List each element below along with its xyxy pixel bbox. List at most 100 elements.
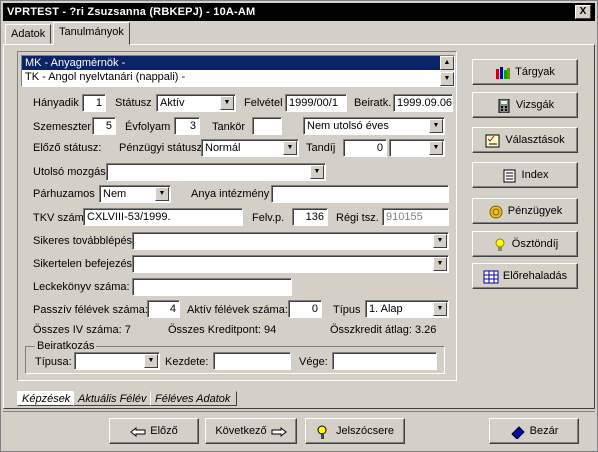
chevron-down-icon[interactable]: ▼ <box>310 165 324 179</box>
chevron-down-icon[interactable]: ▼ <box>220 96 234 110</box>
leckekonyv-field[interactable] <box>132 278 292 296</box>
book-icon <box>502 168 518 183</box>
utolso-mozgas-label: Utolsó mozgás <box>33 166 106 178</box>
statusz-label: Státusz <box>115 97 152 109</box>
sikertelen-combo[interactable]: ▼ <box>132 255 449 273</box>
beiratk-field[interactable]: 1999.09.06 <box>393 94 453 112</box>
tab-adatok[interactable]: Adatok <box>5 24 52 44</box>
tab-tanulmanyok[interactable]: Tanulmányok <box>53 22 130 45</box>
chevron-down-icon[interactable]: ▼ <box>144 354 158 368</box>
targyak-button[interactable]: Tárgyak <box>472 59 578 85</box>
statusz-combo[interactable]: Aktív ▼ <box>156 94 236 112</box>
scroll-up-icon[interactable]: ▲ <box>440 56 454 70</box>
beiratkozas-label: Beiratkozás <box>35 339 97 353</box>
kezdete-label: Kezdete: <box>165 356 209 368</box>
penzugyi-statusz-combo[interactable]: Normál ▼ <box>201 139 299 157</box>
tandij-label: Tandíj <box>306 142 336 154</box>
parhuzamos-label: Párhuzamos <box>33 188 95 200</box>
penzugyi-statusz-label: Pénzügyi státusz <box>119 142 203 154</box>
books-icon <box>495 65 511 80</box>
chevron-down-icon[interactable]: ▼ <box>433 234 447 248</box>
chevron-down-icon[interactable]: ▼ <box>433 302 447 316</box>
tankor-field[interactable] <box>252 117 282 135</box>
osszes-kredit-text: Összes Kreditpont: 94 <box>168 324 277 336</box>
utolso-mozgas-combo[interactable]: ▼ <box>106 163 326 181</box>
calculator-icon <box>496 98 512 114</box>
parhuzamos-combo[interactable]: Nem ▼ <box>99 185 171 203</box>
hanyadik-field[interactable]: 1 <box>82 94 106 112</box>
window-title: VPRTEST - ?ri Zsuzsanna (RBKEPJ) - 10A-A… <box>3 3 595 21</box>
bezar-button[interactable]: Bezár <box>489 418 579 444</box>
kepzes-listbox[interactable]: MK - Anyagmérnök - TK - Angol nyelvtanár… <box>21 55 455 87</box>
tipusa-label: Típusa: <box>35 356 72 368</box>
felvetel-field[interactable]: 1999/00/1 <box>285 94 347 112</box>
listbox-scrollbar[interactable]: ▲ ▼ <box>440 56 454 86</box>
elorehaladas-button[interactable]: Előrehaladás <box>472 263 578 289</box>
divider <box>3 411 595 412</box>
valasztasok-button[interactable]: Választások <box>472 127 578 153</box>
elozo-statusz-label: Előző státusz: <box>33 142 102 154</box>
tipus-combo[interactable]: 1. Alap ▼ <box>365 300 449 318</box>
aktiv-label: Aktív félévek száma: <box>187 304 288 316</box>
chevron-down-icon[interactable]: ▼ <box>155 187 169 201</box>
tandij-combo[interactable]: ▼ <box>389 139 445 157</box>
close-button[interactable]: X <box>575 5 591 19</box>
tkv-szam-label: TKV szám <box>33 212 84 224</box>
chevron-down-icon[interactable]: ▼ <box>433 257 447 271</box>
osszkredit-atlag-text: Összkredit átlag: 3.26 <box>330 324 437 336</box>
chevron-down-icon[interactable]: ▼ <box>429 141 443 155</box>
list-item[interactable]: TK - Angol nyelvtanári (nappali) - <box>22 70 454 84</box>
key-icon <box>316 424 332 440</box>
checklist-icon <box>485 133 501 148</box>
chevron-down-icon[interactable]: ▼ <box>429 119 443 133</box>
tankor-label: Tankör <box>212 121 246 133</box>
aktiv-field[interactable]: 0 <box>288 300 322 318</box>
szemeszter-field[interactable]: 5 <box>92 117 116 135</box>
passziv-label: Passzív félévek száma: <box>33 304 148 316</box>
anya-intezmeny-label: Anya intézmény <box>191 188 270 200</box>
felv-p-field[interactable]: 136 <box>292 208 328 226</box>
close-book-icon <box>510 424 526 440</box>
regi-tsz-label: Régi tsz. <box>336 212 379 224</box>
tipus-label: Típus <box>333 304 361 316</box>
scroll-down-icon[interactable]: ▼ <box>440 72 454 86</box>
utolso-eves-combo[interactable]: Nem utolsó éves ▼ <box>303 117 445 135</box>
list-item[interactable]: MK - Anyagmérnök - <box>22 56 454 70</box>
passziv-field[interactable]: 4 <box>147 300 180 318</box>
sikertelen-label: Sikertelen befejezés: <box>33 258 136 270</box>
tipusa-combo[interactable]: ▼ <box>74 352 160 370</box>
hand-right-icon <box>271 424 287 438</box>
hanyadik-label: Hányadik <box>33 97 79 109</box>
evfolyam-field[interactable]: 3 <box>174 117 200 135</box>
regi-tsz-field[interactable]: 910155 <box>382 208 449 226</box>
elozo-button[interactable]: Előző <box>109 418 199 444</box>
szemeszter-label: Szemeszter <box>33 121 92 133</box>
osztondij-button[interactable]: Ösztöndíj <box>472 231 578 257</box>
vizsgak-button[interactable]: Vizsgák <box>472 92 578 118</box>
tkv-szam-field[interactable]: CXLVIII-53/1999. <box>83 208 243 226</box>
felv-p-label: Felv.p. <box>252 212 285 224</box>
leckekonyv-label: Leckekönyv száma: <box>33 281 130 293</box>
tab-kepzesek[interactable]: Képzések <box>17 391 78 406</box>
vege-field[interactable] <box>332 352 437 370</box>
table-icon <box>483 269 499 284</box>
osszes-iv-text: Összes IV száma: 7 <box>33 324 131 336</box>
beiratk-label: Beiratk. <box>354 97 392 109</box>
kezdete-field[interactable] <box>213 352 291 370</box>
anya-intezmeny-field[interactable] <box>271 185 449 203</box>
coin-icon <box>488 204 504 219</box>
sikeres-combo[interactable]: ▼ <box>132 232 449 250</box>
kovetkezo-button[interactable]: Következő <box>205 418 297 444</box>
index-button[interactable]: Index <box>472 162 578 188</box>
main-window: VPRTEST - ?ri Zsuzsanna (RBKEPJ) - 10A-A… <box>0 0 598 452</box>
lightbulb-icon <box>492 237 508 252</box>
hand-left-icon <box>130 424 146 438</box>
tab-aktualis-felev[interactable]: Aktuális Félév <box>73 391 154 406</box>
vege-label: Vége: <box>299 356 328 368</box>
tab-feleves-adatok[interactable]: Féléves Adatok <box>150 391 238 406</box>
tandij-field[interactable]: 0 <box>343 139 387 157</box>
felvetel-label: Felvétel <box>244 97 283 109</box>
chevron-down-icon[interactable]: ▼ <box>283 141 297 155</box>
penzugyek-button[interactable]: Pénzügyek <box>472 198 578 224</box>
jelszocsere-button[interactable]: Jelszócsere <box>305 418 405 444</box>
